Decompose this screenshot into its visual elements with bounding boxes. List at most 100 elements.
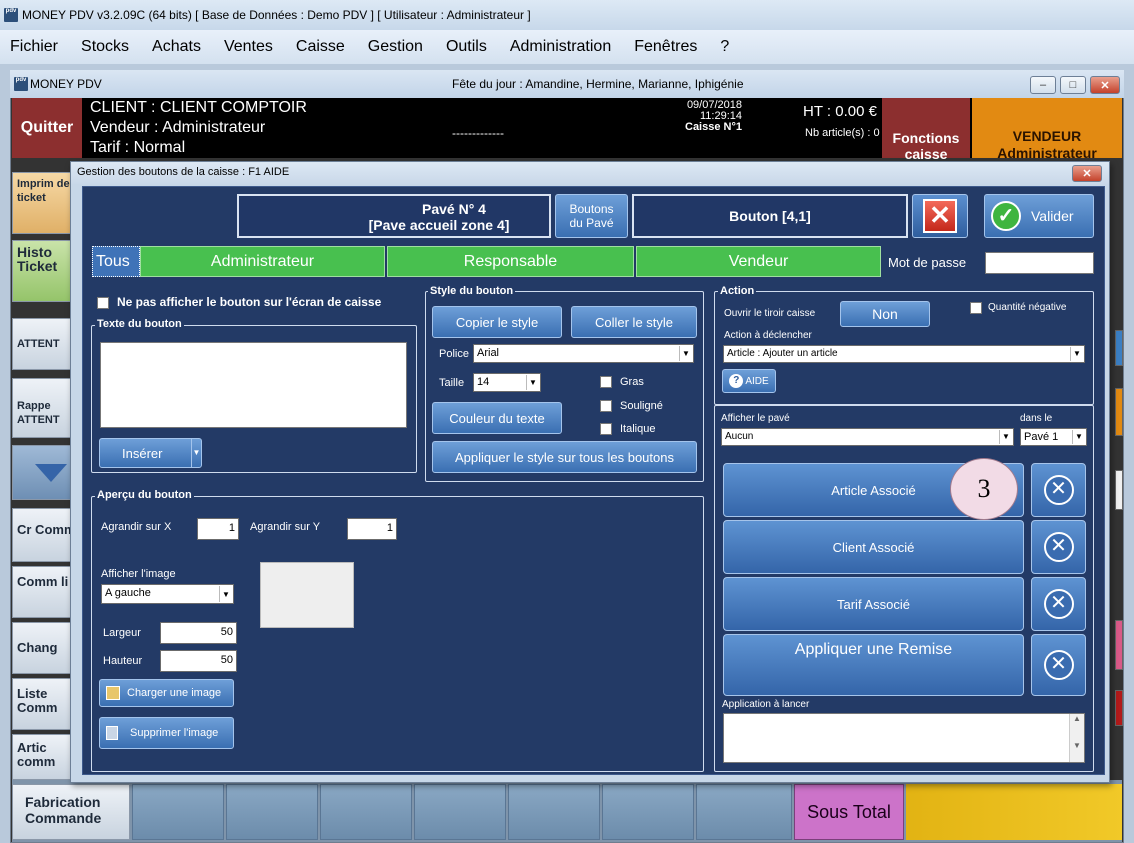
largeur-input[interactable]: 50 [160,622,237,644]
coller-style-button[interactable]: Coller le style [571,306,697,338]
right-button-white[interactable] [1115,470,1123,510]
inserer-button[interactable]: Insérer ▼ [99,438,202,468]
circle-x-icon: ✕ [1043,475,1074,505]
step-badge: 3 [950,458,1018,520]
tarif-name: Tarif : Normal [90,139,186,156]
quit-button[interactable]: Quitter [12,98,82,158]
tab-vendeur[interactable]: Vendeur [636,246,881,277]
agrandir-y-input[interactable]: 1 [347,518,397,540]
menu-outils[interactable]: Outils [436,38,500,56]
bouton-info: Bouton [4,1] [632,194,908,238]
quantite-negative-label: Quantité négative [988,302,1067,313]
pave-number-select[interactable]: Pavé 1 ▼ [1020,428,1087,446]
dropdown-arrow-icon: ▼ [191,439,201,467]
valider-button[interactable]: ✓ Valider [984,194,1094,238]
menu-stocks[interactable]: Stocks [71,38,142,56]
tab-administrateur[interactable]: Administrateur [140,246,385,277]
action-select[interactable]: Article : Ajouter un article ▼ [723,345,1085,363]
vendeur-button[interactable]: VENDEUR Administrateur [972,98,1122,161]
menu-fenetres[interactable]: Fenêtres [624,38,710,56]
total-display [906,784,1122,840]
police-value: Arial [477,347,500,359]
agrandir-x-input[interactable]: 1 [197,518,239,540]
chevron-up-icon: ▲ [1073,714,1081,723]
menu-gestion[interactable]: Gestion [358,38,436,56]
menu-fichier[interactable]: Fichier [0,38,71,56]
right-button-pink[interactable] [1115,620,1123,670]
right-button-blue[interactable] [1115,330,1123,366]
tab-responsable[interactable]: Responsable [387,246,634,277]
close-window-button[interactable]: ✕ [1090,76,1120,94]
clear-remise-button[interactable]: ✕ [1031,634,1086,696]
nb-articles: Nb article(s) : 0 [805,127,880,139]
application-textarea[interactable]: ▲ ▼ [723,713,1085,763]
tab-tous[interactable]: Tous [92,246,140,277]
caisse-number: Caisse N°1 [685,121,742,133]
police-select[interactable]: Arial ▼ [473,344,694,363]
right-button-red[interactable] [1115,690,1123,726]
charger-image-button[interactable]: Charger une image [99,679,234,707]
vendeur-label: VENDEUR [1012,128,1082,144]
pave-info: Pavé N° 4 [Pave accueil zone 4] [237,194,551,238]
couleur-texte-button[interactable]: Couleur du texte [432,402,562,434]
aide-button[interactable]: ? AIDE [722,369,776,393]
bottom-cell[interactable] [414,784,506,840]
mot-de-passe-input[interactable] [985,252,1094,274]
tiroir-toggle-button[interactable]: Non [840,301,930,327]
ne-pas-afficher-checkbox[interactable] [97,297,109,309]
declencher-label: Action à déclencher [724,330,812,341]
bottom-cell[interactable] [320,784,412,840]
client-name: CLIENT : CLIENT COMPTOIR [90,99,307,116]
app-title: MONEY PDV v3.2.09C (64 bits) [ Base de D… [22,8,531,22]
image-preview [260,562,354,628]
gras-checkbox[interactable] [600,376,612,388]
clear-article-button[interactable]: ✕ [1031,463,1086,517]
maximize-button[interactable]: □ [1060,76,1086,94]
pave-value: Aucun [725,431,754,442]
hauteur-input[interactable]: 50 [160,650,237,672]
copier-style-button[interactable]: Copier le style [432,306,562,338]
texte-legend: Texte du bouton [95,318,184,330]
bottom-cell[interactable] [508,784,600,840]
fabrication-label: Fabrication [25,794,101,810]
menu-caisse[interactable]: Caisse [286,38,358,56]
appliquer-style-button[interactable]: Appliquer le style sur tous les boutons [432,441,697,473]
chevron-down-icon: ▼ [1070,347,1083,361]
tarif-associe-button[interactable]: Tarif Associé [723,577,1024,631]
souligne-label: Souligné [620,400,663,412]
fabrication-commande-button[interactable]: Fabrication Commande [12,784,130,840]
minimize-button[interactable]: – [1030,76,1056,94]
menu-ventes[interactable]: Ventes [214,38,286,56]
menu-achats[interactable]: Achats [142,38,214,56]
scrollbar[interactable]: ▲ ▼ [1069,714,1084,762]
fonctions-caisse-button[interactable]: Fonctions caisse [882,98,970,162]
texte-textarea[interactable] [100,342,407,428]
italique-checkbox[interactable] [600,423,612,435]
clear-client-button[interactable]: ✕ [1031,520,1086,574]
menu-administration[interactable]: Administration [500,38,624,56]
boutons-du-pave-button[interactable]: Boutons du Pavé [555,194,628,238]
dialog-close-button[interactable]: ✕ [1072,165,1102,182]
aide-label: AIDE [745,375,769,387]
bottom-cell[interactable] [602,784,694,840]
money-pdv-logo-icon: pdv [4,8,18,22]
bottom-cell[interactable] [132,784,224,840]
right-button-orange[interactable] [1115,388,1123,436]
quantite-negative-checkbox[interactable] [970,302,982,314]
bottom-cell[interactable] [696,784,792,840]
pave-select[interactable]: Aucun ▼ [721,428,1014,446]
image-position-select[interactable]: A gauche ▼ [101,584,234,604]
taille-select[interactable]: 14 ▼ [473,373,541,392]
appliquer-remise-button[interactable]: Appliquer une Remise [723,634,1024,696]
clear-tarif-button[interactable]: ✕ [1031,577,1086,631]
trash-icon [106,726,118,740]
sous-total-button[interactable]: Sous Total [794,784,904,840]
chevron-down-icon: ▼ [679,346,692,361]
menu-help[interactable]: ? [710,38,742,56]
client-associe-button[interactable]: Client Associé [723,520,1024,574]
cancel-button[interactable]: ✕ [912,194,968,238]
bottom-cell[interactable] [226,784,318,840]
souligne-checkbox[interactable] [600,400,612,412]
supprimer-image-button[interactable]: Supprimer l'image [99,717,234,749]
action-value: Article : Ajouter un article [727,348,838,359]
